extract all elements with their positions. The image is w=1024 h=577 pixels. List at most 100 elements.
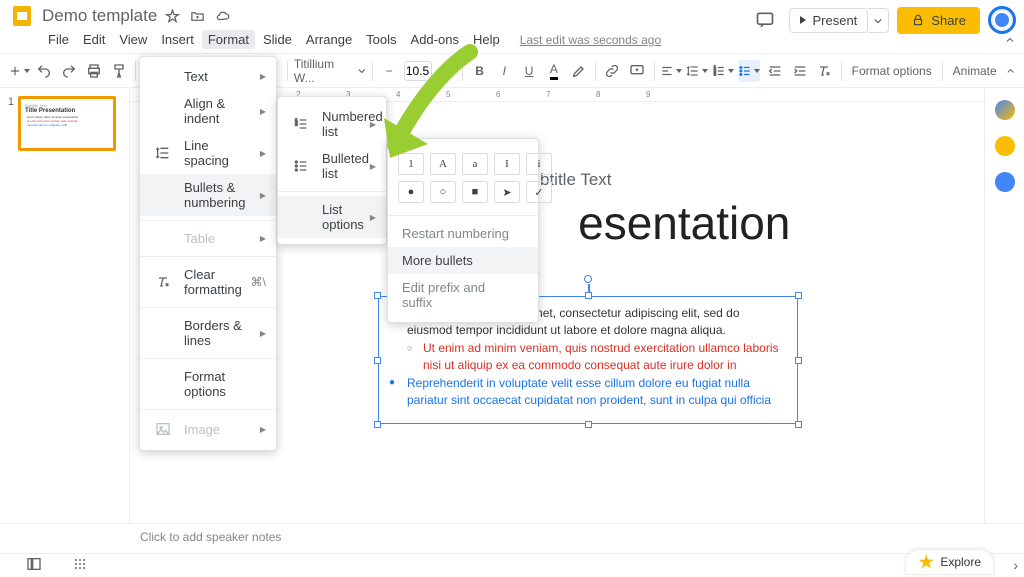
line-spacing-icon: [154, 144, 172, 162]
bullet-choice-A[interactable]: A: [430, 153, 456, 175]
bullet-choice-circle[interactable]: ○: [430, 181, 456, 203]
menu-insert[interactable]: Insert: [155, 30, 200, 49]
side-panel-collapse-icon[interactable]: ›: [1013, 557, 1018, 573]
menu-bulleted-list[interactable]: Bulleted list: [278, 145, 386, 187]
present-label: Present: [812, 13, 857, 28]
tool-numbered-list[interactable]: 123: [712, 60, 734, 82]
tasks-icon[interactable]: [995, 172, 1015, 192]
tool-new-slide[interactable]: [8, 60, 30, 82]
menu-format-options[interactable]: Format options: [140, 363, 276, 405]
list-item[interactable]: Reprehenderit in voluptate velit esse ci…: [407, 375, 781, 410]
resize-handle[interactable]: [795, 357, 802, 364]
tool-bold[interactable]: B: [469, 60, 490, 82]
format-dropdown: Text Align & indent Line spacing Bullets…: [139, 56, 277, 451]
keyboard-shortcut: ⌘\: [251, 275, 266, 289]
tool-indent-decrease[interactable]: [764, 60, 785, 82]
menu-clear-formatting[interactable]: Clear formatting⌘\: [140, 261, 276, 303]
tool-font-size[interactable]: [404, 61, 432, 81]
present-dropdown[interactable]: [868, 8, 889, 33]
comments-icon[interactable]: [749, 4, 781, 36]
calendar-icon[interactable]: [995, 100, 1015, 120]
bullet-choice-1[interactable]: 1: [398, 153, 424, 175]
tool-font-size-increase[interactable]: +: [436, 60, 457, 82]
menu-format[interactable]: Format: [202, 30, 255, 49]
tool-format-options[interactable]: Format options: [848, 62, 936, 80]
image-icon: [154, 420, 172, 438]
tool-underline[interactable]: U: [519, 60, 540, 82]
menu-text[interactable]: Text: [140, 63, 276, 90]
speaker-notes[interactable]: Click to add speaker notes: [0, 523, 1024, 553]
tool-bulleted-list[interactable]: [738, 60, 760, 82]
menu-restart-numbering[interactable]: Restart numbering: [388, 220, 538, 247]
tool-align[interactable]: [660, 60, 682, 82]
bullet-choice-disc[interactable]: ●: [398, 181, 424, 203]
bullet-choice-a[interactable]: a: [462, 153, 488, 175]
resize-handle[interactable]: [374, 421, 381, 428]
resize-handle[interactable]: [374, 292, 381, 299]
grid-view-icon[interactable]: [72, 556, 88, 575]
keep-icon[interactable]: [995, 136, 1015, 156]
bullet-choice-I[interactable]: I: [494, 153, 520, 175]
tool-animate[interactable]: Animate: [949, 62, 1001, 80]
tool-italic[interactable]: I: [494, 60, 515, 82]
bullet-choice-check[interactable]: ✓: [526, 181, 552, 203]
explore-button[interactable]: Explore: [905, 549, 994, 575]
document-title[interactable]: Demo template: [42, 6, 157, 26]
play-icon: [800, 16, 806, 24]
filmstrip-view-icon[interactable]: [26, 556, 42, 575]
last-edit-link[interactable]: Last edit was seconds ago: [520, 33, 661, 47]
resize-handle[interactable]: [374, 357, 381, 364]
tool-font-size-decrease[interactable]: −: [379, 60, 400, 82]
menu-numbered-list[interactable]: 12Numbered list: [278, 103, 386, 145]
resize-handle[interactable]: [585, 421, 592, 428]
tool-clear-formatting[interactable]: [814, 60, 835, 82]
tool-font-family[interactable]: Titillium W...: [294, 57, 366, 85]
share-label: Share: [931, 13, 966, 28]
cloud-status-icon[interactable]: [215, 9, 230, 24]
bullet-choice-square[interactable]: ■: [462, 181, 488, 203]
menu-addons[interactable]: Add-ons: [405, 30, 465, 49]
resize-handle[interactable]: [795, 292, 802, 299]
thumb-body: · lorem ipsum dolor sit amet consectetur…: [25, 115, 109, 127]
resize-handle[interactable]: [795, 421, 802, 428]
collapse-toolbar-icon[interactable]: [1005, 65, 1016, 77]
tool-paint-format[interactable]: [108, 60, 129, 82]
menu-borders-lines[interactable]: Borders & lines: [140, 312, 276, 354]
tool-add-comment[interactable]: [627, 60, 648, 82]
resize-handle[interactable]: [585, 292, 592, 299]
rotate-handle[interactable]: [584, 275, 592, 283]
tool-print[interactable]: [84, 60, 105, 82]
move-folder-icon[interactable]: [190, 9, 205, 24]
menu-list-options[interactable]: List options: [278, 196, 386, 238]
present-button[interactable]: Present: [789, 8, 868, 33]
menu-help[interactable]: Help: [467, 30, 506, 49]
menu-edit-prefix-suffix[interactable]: Edit prefix and suffix: [388, 274, 538, 316]
menu-edit[interactable]: Edit: [77, 30, 111, 49]
menu-view[interactable]: View: [113, 30, 153, 49]
bullet-choice-i[interactable]: i: [526, 153, 552, 175]
tool-line-spacing[interactable]: [686, 60, 708, 82]
menu-arrange[interactable]: Arrange: [300, 30, 358, 49]
menu-slide[interactable]: Slide: [257, 30, 298, 49]
tool-undo[interactable]: [34, 60, 55, 82]
menu-tools[interactable]: Tools: [360, 30, 402, 49]
tool-indent-increase[interactable]: [789, 60, 810, 82]
star-icon[interactable]: [165, 9, 180, 24]
status-bar: [0, 553, 1024, 577]
menu-bullets-numbering[interactable]: Bullets & numbering: [140, 174, 276, 216]
tool-highlight-color[interactable]: [568, 60, 589, 82]
app-logo-slides[interactable]: [8, 2, 36, 30]
bullet-choice-arrow[interactable]: ➤: [494, 181, 520, 203]
menu-more-bullets[interactable]: More bullets: [388, 247, 538, 274]
list-item[interactable]: Ut enim ad minim veniam, quis nostrud ex…: [423, 340, 781, 375]
tool-text-color[interactable]: A: [544, 60, 565, 82]
share-button[interactable]: Share: [897, 7, 980, 34]
tool-redo[interactable]: [59, 60, 80, 82]
tool-insert-link[interactable]: [602, 60, 623, 82]
filmstrip[interactable]: 1 Subtitle Text Title Presentation · lor…: [0, 88, 130, 523]
account-avatar[interactable]: [988, 6, 1016, 34]
menu-file[interactable]: File: [42, 30, 75, 49]
slide-thumbnail-1[interactable]: Subtitle Text Title Presentation · lorem…: [18, 96, 116, 151]
menu-line-spacing[interactable]: Line spacing: [140, 132, 276, 174]
menu-align-indent[interactable]: Align & indent: [140, 90, 276, 132]
